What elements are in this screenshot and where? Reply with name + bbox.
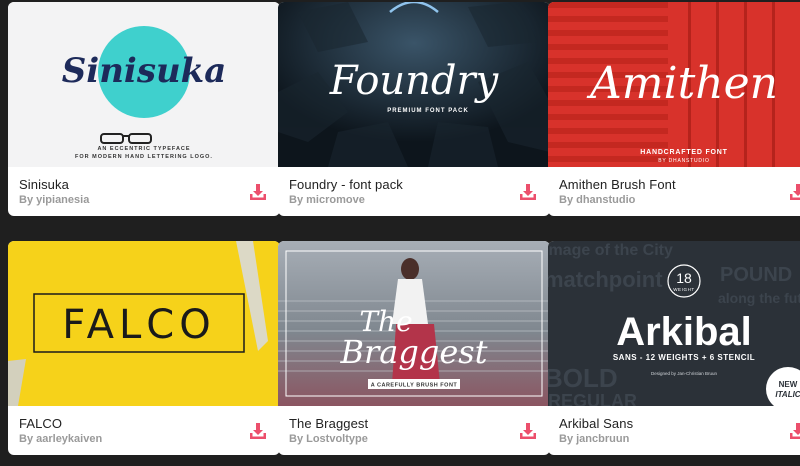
preview-wordmark: Sinisuka <box>62 51 227 91</box>
preview-wordmark: FALCO <box>62 302 215 348</box>
font-author[interactable]: By jancbruun <box>559 433 629 445</box>
corner-badge-2: ITALIC <box>775 390 800 399</box>
preview-tagline-2: Designed by Jan-Christian Bruun <box>651 371 718 376</box>
font-card-falco[interactable]: FALCO FALCO By aarleykaiven <box>8 241 280 455</box>
download-icon[interactable] <box>788 421 800 441</box>
font-author[interactable]: By micromove <box>289 194 365 206</box>
weight-badge-label: WEIGHT <box>673 287 695 292</box>
corner-badge-1: NEW <box>779 380 798 389</box>
font-card-amithen[interactable]: Amithen HANDCRAFTED FONT BY DHANSTUDIO A… <box>548 2 800 216</box>
font-title[interactable]: Arkibal Sans <box>559 416 633 431</box>
font-author[interactable]: By Lostvoltype <box>289 433 368 445</box>
download-icon[interactable] <box>518 182 538 202</box>
font-title[interactable]: FALCO <box>19 416 62 431</box>
font-title[interactable]: Amithen Brush Font <box>559 177 676 192</box>
weight-badge-number: 18 <box>676 270 692 286</box>
font-preview-image[interactable]: Image of the City POUND matchpoint along… <box>548 241 800 406</box>
font-preview-image[interactable]: Amithen HANDCRAFTED FONT BY DHANSTUDIO <box>548 2 800 167</box>
font-card-the-braggest[interactable]: The Braggest A CAREFULLY BRUSH FONT The … <box>278 241 550 455</box>
preview-tagline-1: SANS - 12 WEIGHTS + 6 STENCIL <box>613 353 755 362</box>
preview-tagline-1: PREMIUM FONT PACK <box>387 108 469 114</box>
preview-tagline-2: BY DHANSTUDIO <box>658 158 709 164</box>
font-preview-image[interactable]: FALCO <box>8 241 280 406</box>
font-author[interactable]: By aarleykaiven <box>19 433 102 445</box>
download-icon[interactable] <box>248 421 268 441</box>
card-meta: Amithen Brush Font By dhanstudio <box>548 167 800 216</box>
preview-tagline-1: HANDCRAFTED FONT <box>640 149 727 156</box>
font-card-foundry[interactable]: Foundry PREMIUM FONT PACK Foundry - font… <box>278 2 550 216</box>
download-icon[interactable] <box>788 182 800 202</box>
preview-wordmark: Arkibal <box>616 310 752 354</box>
font-preview-image[interactable]: Foundry PREMIUM FONT PACK <box>278 2 550 167</box>
preview-tagline-2: FOR MODERN HAND LETTERING LOGO. <box>75 154 213 160</box>
font-author[interactable]: By dhanstudio <box>559 194 635 206</box>
preview-wordmark-2: Braggest <box>339 333 487 371</box>
preview-wordmark: Foundry <box>329 58 500 104</box>
font-preview-image[interactable]: Sinisuka AN ECCENTRIC TYPEFACE FOR MODER… <box>8 2 280 167</box>
card-meta: Foundry - font pack By micromove <box>278 167 550 216</box>
bg-word: Image of the City <box>548 242 673 259</box>
card-meta: Sinisuka By yipianesia <box>8 167 280 216</box>
font-card-arkibal-sans[interactable]: Image of the City POUND matchpoint along… <box>548 241 800 455</box>
card-meta: FALCO By aarleykaiven <box>8 406 280 455</box>
bg-word: BOLD <box>548 363 618 393</box>
bg-word: along the future <box>718 290 800 306</box>
preview-tagline-1: AN ECCENTRIC TYPEFACE <box>97 146 190 152</box>
font-author[interactable]: By yipianesia <box>19 194 89 206</box>
bg-word: matchpoint <box>548 267 663 292</box>
card-meta: Arkibal Sans By jancbruun <box>548 406 800 455</box>
font-title[interactable]: Sinisuka <box>19 177 69 192</box>
preview-tagline-1: A CAREFULLY BRUSH FONT <box>371 383 458 389</box>
preview-wordmark: Amithen <box>586 58 778 109</box>
card-meta: The Braggest By Lostvoltype <box>278 406 550 455</box>
font-title[interactable]: The Braggest <box>289 416 368 431</box>
font-card-sinisuka[interactable]: Sinisuka AN ECCENTRIC TYPEFACE FOR MODER… <box>8 2 280 216</box>
download-icon[interactable] <box>518 421 538 441</box>
download-icon[interactable] <box>248 182 268 202</box>
bg-word: REGULAR <box>548 391 637 406</box>
bg-word: POUND <box>720 264 792 286</box>
font-title[interactable]: Foundry - font pack <box>289 177 403 192</box>
font-preview-image[interactable]: The Braggest A CAREFULLY BRUSH FONT <box>278 241 550 406</box>
